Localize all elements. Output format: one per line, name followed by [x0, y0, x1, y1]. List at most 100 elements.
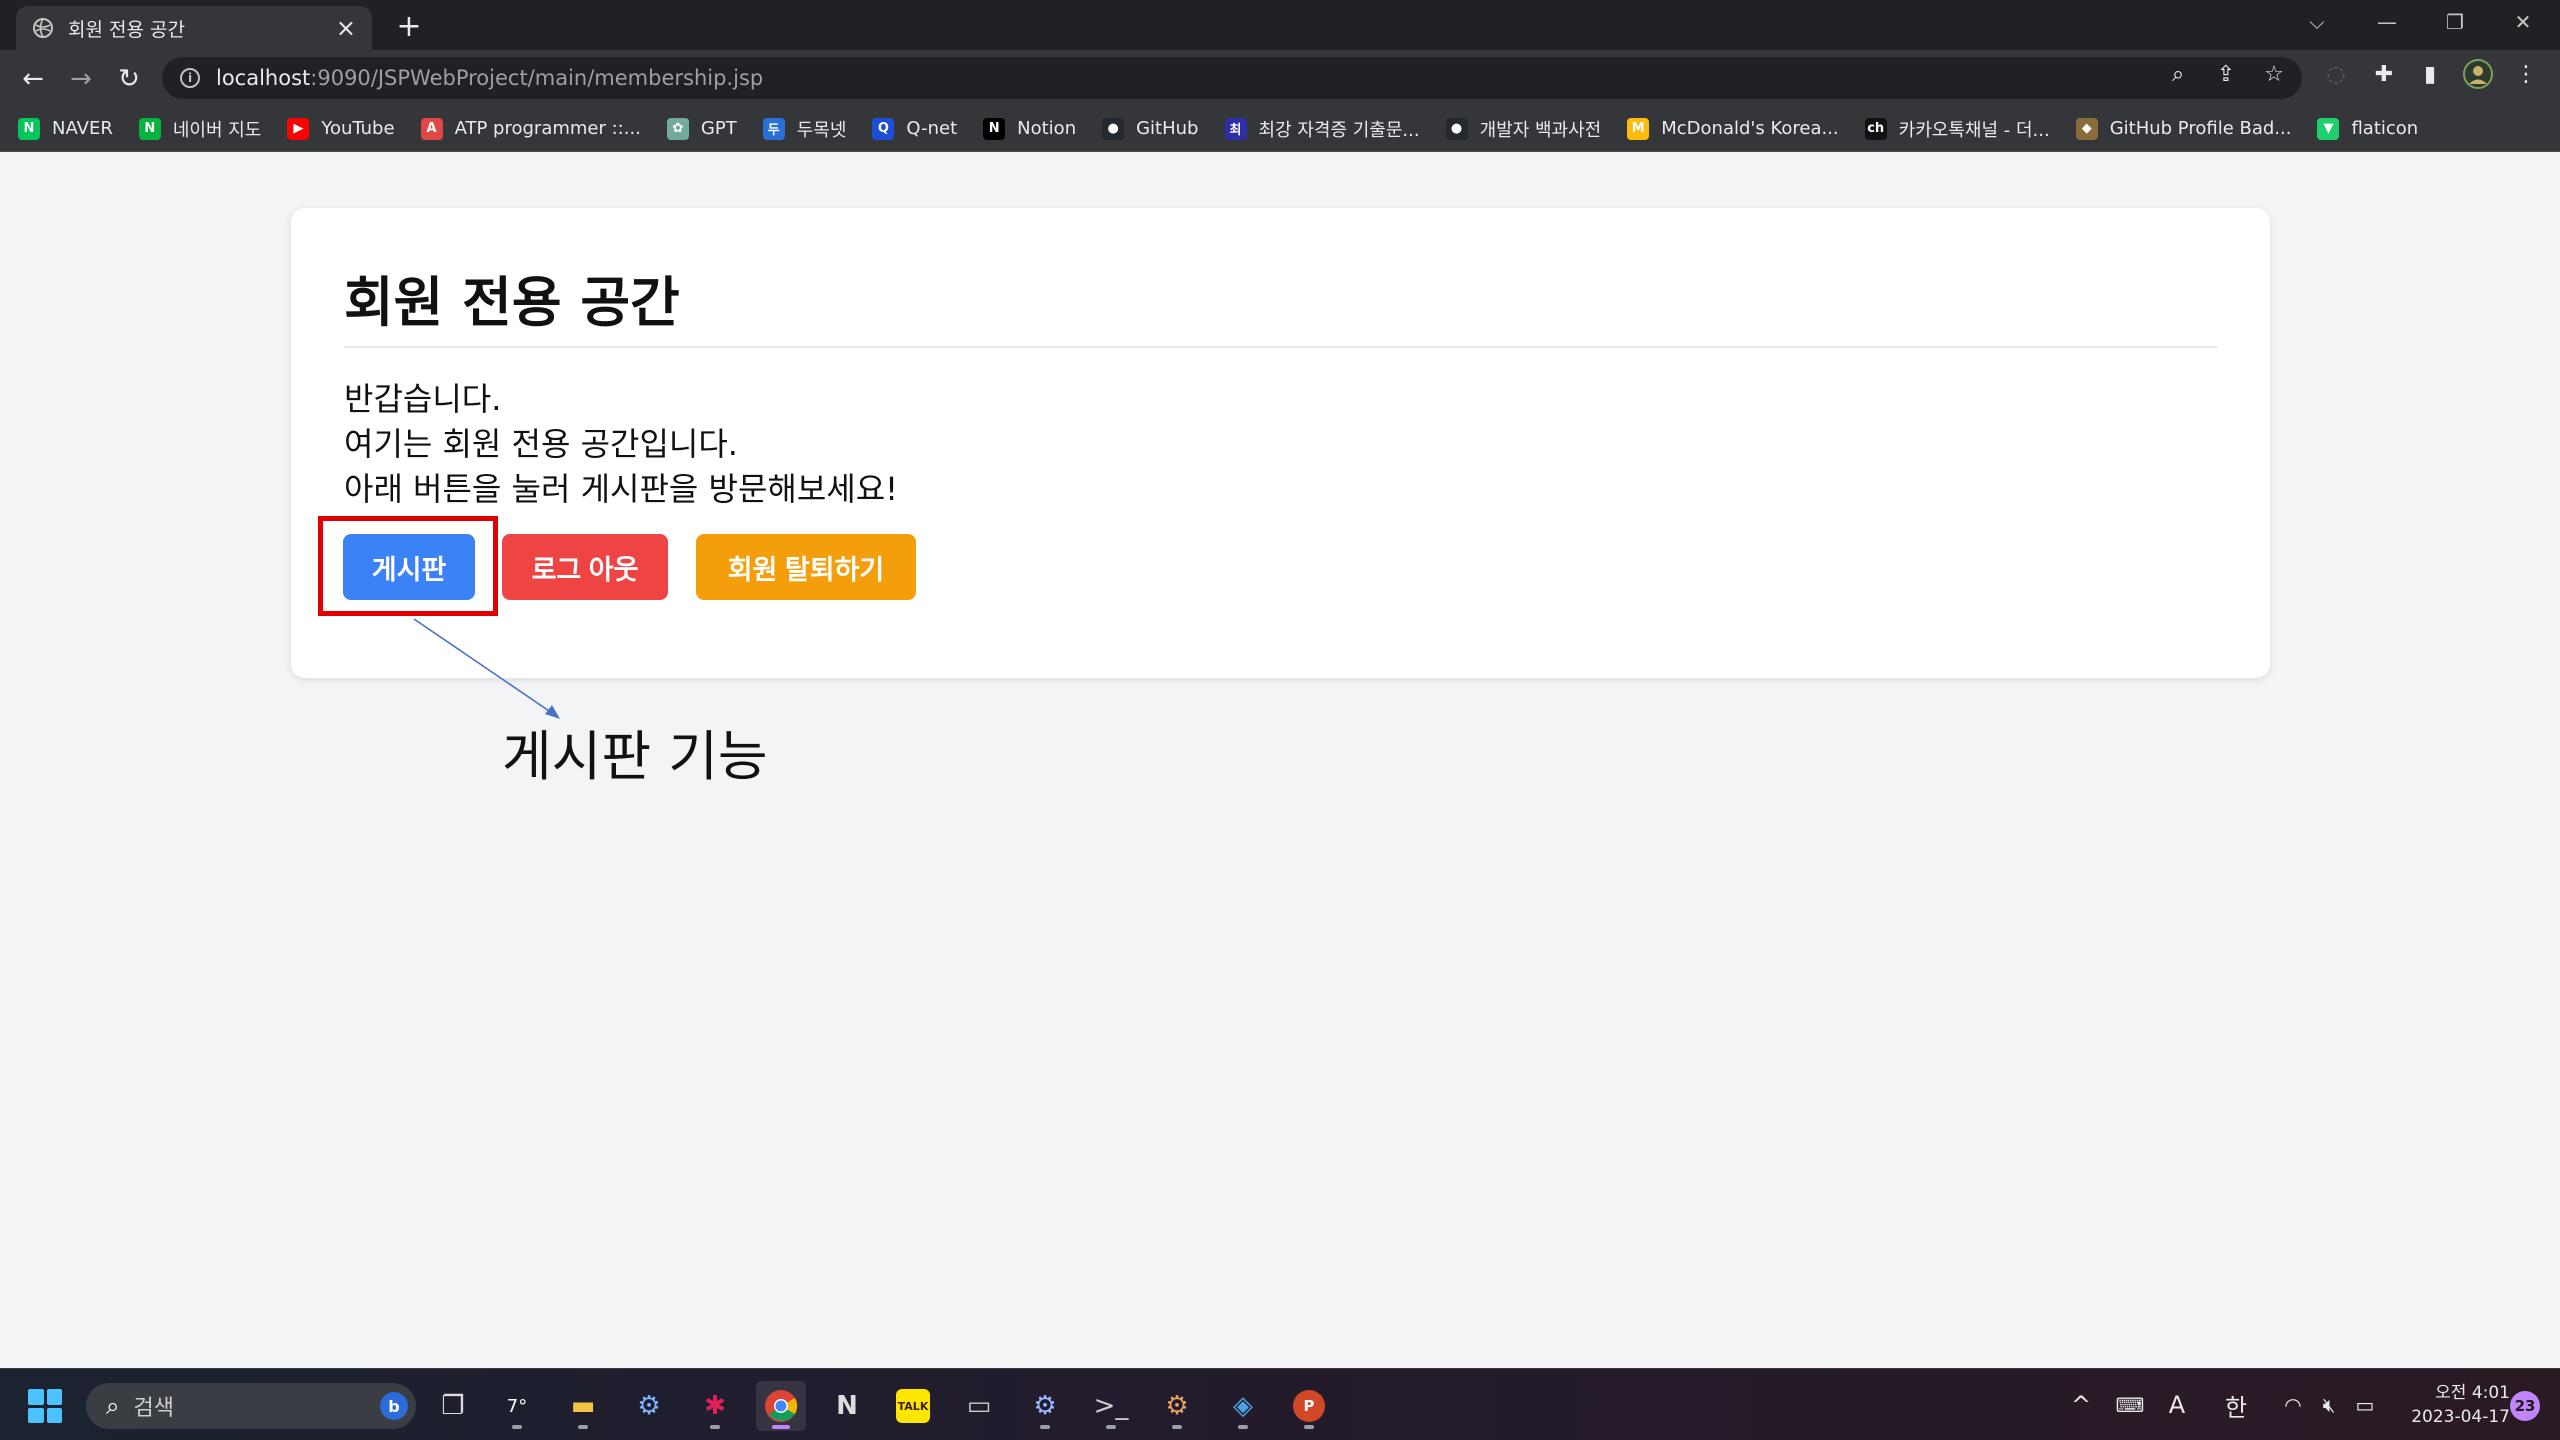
logout-button[interactable]: 로그 아웃 — [502, 534, 668, 600]
clock-time: 오전 4:01 — [2435, 1383, 2510, 1403]
browser-toolbar: ← → ↻ i localhost:9090/JSPWebProject/mai… — [0, 50, 2560, 106]
bookmark-label: YouTube — [321, 118, 395, 139]
site-info-icon[interactable]: i — [180, 68, 200, 88]
bookmark-favicon-icon: N — [18, 117, 40, 140]
back-button[interactable]: ← — [14, 60, 52, 98]
profile-avatar-icon[interactable] — [2463, 59, 2493, 89]
bookmark-label: Notion — [1017, 118, 1077, 139]
bing-icon[interactable]: b — [380, 1392, 408, 1420]
bookmarks-bar: N NAVER N 네이버 지도 ▶ YouTube A ATP programmer ::.… — [0, 106, 2560, 152]
powerpoint-icon[interactable]: P — [1284, 1381, 1334, 1431]
bookmark-item[interactable]: ch 카카오톡채널 - 더... — [1864, 116, 2050, 142]
bookmark-label: ATP programmer ::... — [454, 118, 641, 139]
bookmark-label: McDonald's Korea... — [1661, 118, 1839, 139]
bookmark-item[interactable]: ◆ GitHub Profile Bad... — [2075, 117, 2291, 140]
bookmark-item[interactable]: N NAVER — [18, 117, 113, 140]
bookmark-item[interactable]: ● GitHub — [1102, 117, 1199, 140]
bookmark-label: 두목넷 — [796, 119, 847, 141]
bookmark-item[interactable]: ▶ YouTube — [287, 117, 395, 140]
welcome-text: 반갑습니다. — [344, 380, 502, 418]
terminal-icon[interactable]: ▭ — [954, 1381, 1004, 1431]
search-icon: ⌕ — [106, 1392, 120, 1420]
membership-card: 회원 전용 공간 반갑습니다. 여기는 회원 전용 공간입니다. 아래 버튼을 … — [291, 208, 2270, 678]
slack-icon[interactable]: ✱ — [690, 1381, 740, 1431]
bookmark-item[interactable]: Q Q-net — [872, 117, 958, 140]
task-view-icon[interactable]: ❐ — [428, 1381, 478, 1431]
mysql-icon[interactable]: ◈ — [1218, 1381, 1268, 1431]
tomcat-icon[interactable]: ⚙ — [1152, 1381, 1202, 1431]
tab-strip: 회원 전용 공간 × + ⌵ — ❐ ✕ — [0, 0, 2560, 50]
clock-date: 2023-04-17 — [2411, 1407, 2510, 1427]
close-tab-icon[interactable]: × — [336, 16, 356, 40]
address-bar[interactable]: i localhost:9090/JSPWebProject/main/memb… — [162, 57, 2302, 99]
extensions-icon[interactable]: ✚ — [2369, 59, 2399, 89]
bookmark-label: 카카오톡채널 - 더... — [1898, 119, 2050, 141]
bookmark-label: 최강 자격증 기출문... — [1258, 119, 1420, 141]
highlight-box — [318, 516, 498, 616]
battery-icon[interactable]: ▭ — [2348, 1387, 2382, 1423]
bookmark-favicon-icon: ● — [1102, 117, 1125, 140]
forward-button[interactable]: → — [62, 60, 100, 98]
globe-icon — [32, 17, 54, 39]
weather-temp: 7° — [506, 1395, 528, 1417]
bookmark-label: Q-net — [906, 118, 958, 139]
bookmark-item[interactable]: A ATP programmer ::... — [420, 117, 641, 140]
bookmark-favicon-icon: M — [1627, 117, 1650, 140]
page-title: 회원 전용 공간 — [344, 271, 680, 334]
close-window-button[interactable]: ✕ — [2492, 0, 2554, 44]
bookmark-favicon-icon: 두 — [762, 117, 785, 140]
bookmark-item[interactable]: ● 개발자 백과사전 — [1445, 116, 1602, 142]
settings-icon[interactable]: ⚙ — [624, 1381, 674, 1431]
chrome-icon[interactable] — [756, 1381, 806, 1431]
bookmark-label: 개발자 백과사전 — [1479, 119, 1602, 141]
bookmark-star-icon[interactable]: ☆ — [2259, 59, 2289, 89]
bookmark-item[interactable]: 최 최강 자격증 기출문... — [1224, 116, 1420, 142]
bookmark-label: GPT — [700, 118, 737, 139]
bookmark-label: flaticon — [2351, 118, 2419, 139]
tab-membership[interactable]: 회원 전용 공간 × — [16, 6, 372, 50]
url-text: localhost:9090/JSPWebProject/main/member… — [216, 66, 764, 90]
zoom-icon[interactable]: ⌕ — [2163, 59, 2193, 89]
divider — [344, 346, 2217, 348]
bookmark-item[interactable]: ✿ GPT — [666, 117, 737, 140]
ime-mode-han[interactable]: 한 — [2218, 1387, 2254, 1423]
tab-search-icon[interactable]: ⌵ — [2286, 0, 2348, 44]
restore-button[interactable]: ❐ — [2424, 0, 2486, 44]
keyboard-icon[interactable]: ⌨ — [2112, 1387, 2148, 1423]
ime-mode-a[interactable]: A — [2162, 1387, 2192, 1423]
file-explorer-icon[interactable]: ▬ — [558, 1381, 608, 1431]
taskbar-search[interactable]: ⌕ 검색 b — [86, 1383, 416, 1429]
reload-button[interactable]: ↻ — [110, 60, 148, 98]
bookmark-item[interactable]: M McDonald's Korea... — [1627, 117, 1839, 140]
withdraw-button[interactable]: 회원 탈퇴하기 — [696, 534, 916, 600]
bookmark-favicon-icon: ✿ — [666, 117, 689, 140]
annotation-label: 게시판 기능 — [502, 725, 768, 788]
share-icon[interactable]: ⇪ — [2211, 59, 2241, 89]
windows-start-icon[interactable] — [28, 1389, 62, 1423]
kakaotalk-icon[interactable]: TALK — [888, 1381, 938, 1431]
weather-widget[interactable]: 7° — [492, 1381, 542, 1431]
gear-app-icon[interactable]: ⚙ — [1020, 1381, 1070, 1431]
notion-icon[interactable]: N — [822, 1381, 872, 1431]
new-tab-button[interactable]: + — [390, 8, 428, 44]
tray-chevron-icon[interactable]: ^ — [2066, 1387, 2096, 1423]
clock[interactable]: 오전 4:01 2023-04-17 — [2392, 1381, 2510, 1429]
loading-icon: ◌ — [2326, 61, 2346, 87]
bookmark-item[interactable]: N 네이버 지도 — [138, 116, 261, 142]
taskbar: ⌕ 검색 b ❐ 7° ▬ ⚙ ✱ N TALK ▭ ⚙ >_ ⚙ ◈ P ^ … — [0, 1368, 2560, 1440]
wifi-icon[interactable]: ◠ — [2276, 1387, 2310, 1423]
bookmark-favicon-icon: ch — [1864, 117, 1887, 140]
instruction-text: 아래 버튼을 눌러 게시판을 방문해보세요! — [344, 470, 898, 508]
tab-title: 회원 전용 공간 — [68, 18, 185, 41]
side-panel-icon[interactable]: ▮ — [2415, 59, 2445, 89]
notification-badge[interactable]: 23 — [2510, 1391, 2540, 1421]
bookmark-item[interactable]: ▼ flaticon — [2317, 117, 2419, 140]
bookmark-item[interactable]: N Notion — [983, 117, 1077, 140]
bookmark-item[interactable]: 두 두목넷 — [762, 116, 847, 142]
minimize-button[interactable]: — — [2356, 0, 2418, 44]
powershell-icon[interactable]: >_ — [1086, 1381, 1136, 1431]
menu-kebab-icon[interactable]: ⋮ — [2511, 59, 2541, 89]
bookmark-favicon-icon: Q — [872, 117, 895, 140]
volume-muted-icon[interactable]: 🔇︎ — [2312, 1387, 2346, 1423]
bookmark-favicon-icon: ▼ — [2317, 117, 2340, 140]
